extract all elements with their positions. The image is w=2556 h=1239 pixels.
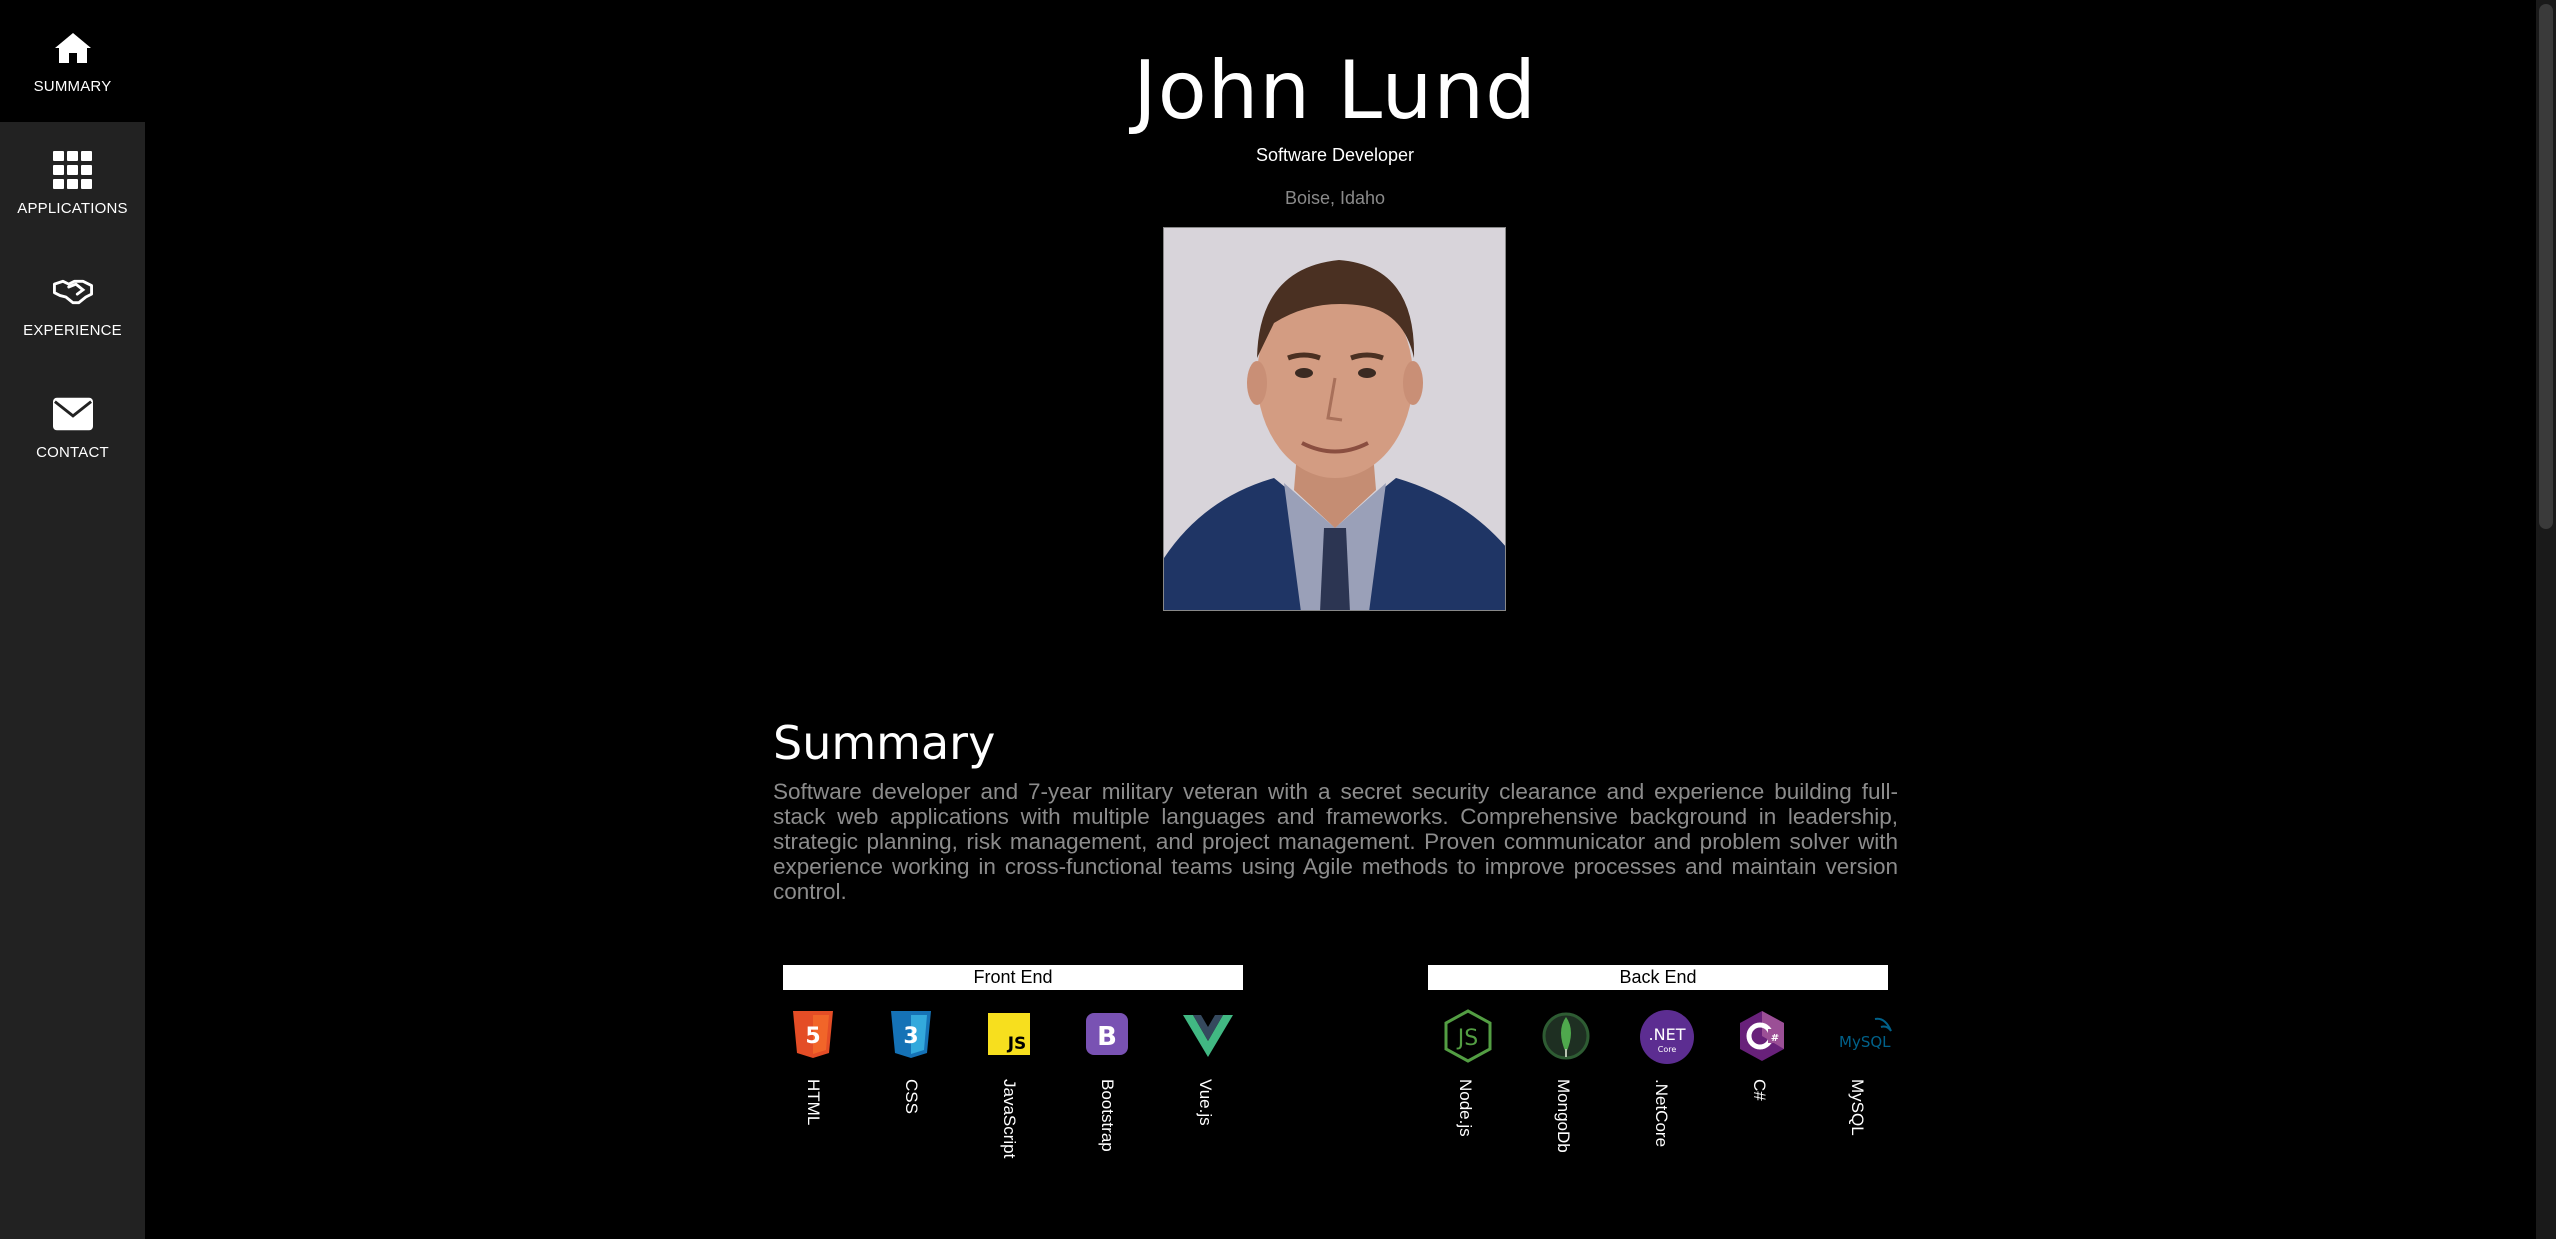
skill-css: 3 CSS: [879, 1009, 939, 1169]
svg-text:5: 5: [805, 1024, 820, 1049]
svg-text:Core: Core: [1658, 1045, 1677, 1054]
skill-netcore: .NET Core .NetCore: [1629, 1009, 1694, 1169]
nav-experience[interactable]: EXPERIENCE: [0, 244, 145, 366]
page-title: John Lund: [1133, 44, 1537, 137]
handshake-icon: [52, 272, 93, 312]
svg-text:3: 3: [903, 1024, 918, 1049]
skill-label: MySQL: [1848, 1079, 1867, 1136]
skill-bootstrap: B Bootstrap: [1075, 1009, 1135, 1169]
skill-mongodb: MongoDb: [1531, 1009, 1591, 1169]
vue-icon: [1183, 1009, 1233, 1059]
skill-label: Vue.js: [1196, 1079, 1215, 1126]
summary-text: Software developer and 7-year military v…: [773, 779, 1898, 904]
profile-photo: [1163, 227, 1506, 611]
svg-text:.NET: .NET: [1649, 1025, 1686, 1044]
skill-label: Node.js: [1456, 1079, 1475, 1137]
css3-icon: 3: [889, 1009, 933, 1059]
svg-text:JS: JS: [1456, 1026, 1478, 1051]
skill-label: .NetCore: [1652, 1079, 1671, 1148]
nav-experience-label: EXPERIENCE: [23, 321, 122, 339]
skill-csharp: # C#: [1727, 1009, 1787, 1169]
skill-label: HTML: [804, 1079, 823, 1126]
skill-label: C#: [1750, 1079, 1769, 1101]
page-scrollbar[interactable]: [2536, 0, 2556, 1239]
svg-text:B: B: [1097, 1022, 1117, 1052]
nodejs-icon: JS: [1443, 1009, 1492, 1063]
mysql-icon: MySQL: [1835, 1009, 1892, 1059]
csharp-icon: #: [1737, 1009, 1784, 1061]
svg-text:JS: JS: [1007, 1034, 1027, 1054]
front-end-heading: Front End: [783, 965, 1243, 990]
skill-mysql: MySQL MySQL: [1825, 1009, 1892, 1169]
location: Boise, Idaho: [1284, 188, 1386, 208]
envelope-icon: [52, 394, 93, 434]
back-end-heading: Back End: [1428, 965, 1888, 990]
skill-label: MongoDb: [1554, 1079, 1573, 1153]
javascript-icon: JS: [987, 1009, 1031, 1059]
html5-icon: 5: [791, 1009, 835, 1059]
skill-label: Bootstrap: [1098, 1079, 1117, 1152]
skill-label: CSS: [902, 1079, 921, 1114]
nav-contact-label: CONTACT: [36, 443, 109, 461]
mongodb-icon: [1541, 1009, 1590, 1060]
sidebar: SUMMARY APPLICATIONS EXPERIENCE CONTACT: [0, 0, 145, 1239]
bootstrap-icon: B: [1085, 1009, 1129, 1059]
dotnet-core-icon: .NET Core: [1639, 1009, 1694, 1064]
nav-applications[interactable]: APPLICATIONS: [0, 122, 145, 244]
skill-vue: Vue.js: [1173, 1009, 1233, 1169]
job-title: Software Developer: [1255, 145, 1415, 165]
svg-text:#: #: [1771, 1033, 1779, 1044]
svg-text:MySQL: MySQL: [1839, 1033, 1891, 1051]
nav-contact[interactable]: CONTACT: [0, 366, 145, 488]
skill-label: JavaScript: [1000, 1079, 1019, 1159]
summary-heading: Summary: [773, 716, 996, 770]
skill-node: JS Node.js: [1433, 1009, 1493, 1169]
skill-html: 5 HTML: [781, 1009, 841, 1169]
skill-javascript: JS JavaScript: [977, 1009, 1037, 1169]
scrollbar-thumb[interactable]: [2539, 4, 2553, 529]
